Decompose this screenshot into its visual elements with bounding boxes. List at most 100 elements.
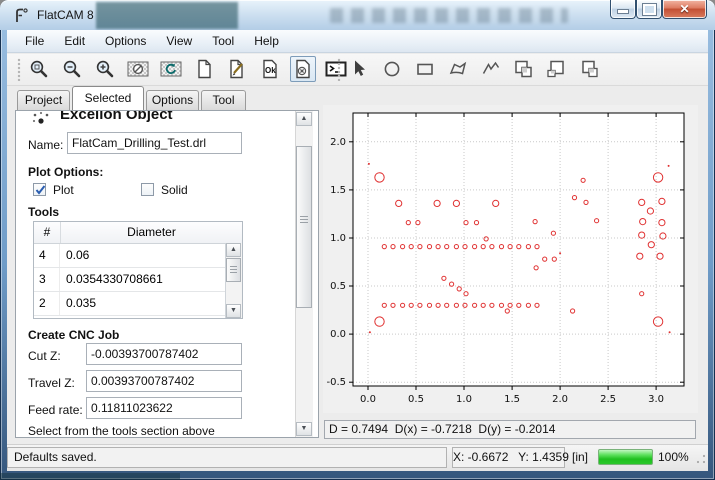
menu-options[interactable]: Options [95, 30, 156, 52]
menu-tool[interactable]: Tool [202, 30, 244, 52]
drill-point [368, 163, 370, 165]
name-input[interactable] [67, 132, 242, 154]
drill-point [669, 331, 671, 333]
svg-text:1.5: 1.5 [330, 185, 346, 196]
units-label: [in] [572, 447, 588, 468]
travelz-label: Travel Z: [28, 376, 75, 390]
menu-view[interactable]: View [156, 30, 202, 52]
geo-intersect-button[interactable] [577, 56, 603, 82]
toolbar: Ok [7, 54, 708, 86]
svg-text:0.0: 0.0 [330, 329, 346, 340]
maximize-button[interactable] [636, 0, 662, 19]
svg-text:1.5: 1.5 [504, 394, 520, 405]
new-file-button[interactable] [191, 56, 217, 82]
panel-heading: Excellon Object [60, 110, 173, 123]
clear-plot-button[interactable] [125, 56, 151, 82]
cancel-file-button[interactable] [290, 56, 316, 82]
tab-tool[interactable]: Tool [201, 90, 246, 110]
draw-polygon-button[interactable] [445, 56, 471, 82]
measurement-readout: D = 0.7494 D(x) = -0.7218 D(y) = -0.2014 [324, 420, 696, 439]
menu-file[interactable]: File [15, 30, 54, 52]
geo-union-button[interactable] [511, 56, 537, 82]
svg-text:0.0: 0.0 [360, 394, 376, 405]
menu-edit[interactable]: Edit [54, 30, 95, 52]
minimize-button[interactable] [610, 0, 636, 19]
svg-text:-0.5: -0.5 [326, 377, 346, 388]
replot-button[interactable] [158, 56, 184, 82]
scroll-up-button[interactable]: ▲ [226, 243, 241, 257]
rectangle-icon [414, 58, 436, 80]
tab-project[interactable]: Project [17, 90, 70, 110]
zoom-fit-button[interactable] [26, 56, 52, 82]
table-row[interactable]: 3 0.0354330708661 [34, 268, 242, 292]
toolbar-grip[interactable] [17, 58, 21, 81]
plot-canvas[interactable]: 0.00.51.01.52.02.53.0-0.50.00.51.01.52.0 [323, 105, 698, 413]
toolbar-grip[interactable] [337, 58, 341, 81]
table-row[interactable]: 4 0.06 [34, 244, 242, 268]
geo-subtract-button[interactable] [544, 56, 570, 82]
tools-table[interactable]: # Diameter 4 0.06 3 0.0354330708661 2 0.… [33, 221, 243, 319]
panel-scrollbar[interactable]: ▲ ▼ [295, 111, 313, 437]
title-bar[interactable]: FlatCAM 8 ✕ [0, 0, 715, 30]
magnifier-minus-icon [61, 58, 83, 80]
svg-text:3.0: 3.0 [648, 394, 664, 405]
resize-grip-icon[interactable] [695, 453, 707, 465]
tools-table-header: # Diameter [34, 222, 242, 244]
plot-checkbox[interactable] [33, 183, 46, 196]
svg-text:2.5: 2.5 [600, 394, 616, 405]
squares-union-icon [512, 58, 536, 80]
polyline-icon [480, 58, 502, 80]
progress-percent: 100% [658, 447, 689, 467]
tools-label: Tools [28, 205, 59, 219]
cell-tool-diameter: 0.0354330708661 [60, 268, 242, 291]
name-label: Name: [28, 138, 63, 152]
checkered-clear-icon [126, 58, 150, 80]
checkered-refresh-icon [159, 58, 183, 80]
draw-circle-button[interactable] [379, 56, 405, 82]
page-ok-icon: Ok [259, 58, 281, 80]
accept-file-button[interactable]: Ok [257, 56, 283, 82]
cutz-input[interactable] [86, 343, 242, 365]
excellon-object-icon [31, 111, 51, 125]
draw-rectangle-button[interactable] [412, 56, 438, 82]
toolbar-group-main: Ok [26, 56, 349, 82]
blank-page-icon [193, 58, 215, 80]
close-button[interactable]: ✕ [662, 0, 707, 19]
select-tool-button[interactable] [346, 56, 372, 82]
status-bar: Defaults saved. X: -0.6672 Y: 1.4359 [in… [7, 444, 708, 471]
edit-file-button[interactable] [224, 56, 250, 82]
background-window-ghost-text [330, 8, 568, 23]
table-row[interactable]: 2 0.035 [34, 292, 242, 316]
zoom-out-button[interactable] [59, 56, 85, 82]
pointer-icon [348, 58, 370, 80]
tab-selected[interactable]: Selected [72, 86, 144, 110]
scroll-down-button[interactable]: ▼ [226, 304, 241, 318]
close-icon: ✕ [679, 2, 689, 16]
flatcam-app-icon [13, 7, 30, 24]
selected-object-panel: Excellon Object Name: Plot Options: Plot… [15, 110, 319, 438]
svg-text:2.0: 2.0 [552, 394, 568, 405]
draw-polyline-button[interactable] [478, 56, 504, 82]
scroll-up-button[interactable]: ▲ [296, 112, 312, 126]
menu-help[interactable]: Help [244, 30, 289, 52]
drill-point [369, 331, 371, 333]
minimize-icon [617, 9, 629, 14]
scroll-down-button[interactable]: ▼ [296, 422, 312, 436]
window-title: FlatCAM 8 [37, 8, 94, 22]
table-scrollbar[interactable]: ▲ ▼ [225, 243, 242, 318]
cell-tool-num: 3 [34, 268, 60, 291]
zoom-in-button[interactable] [92, 56, 118, 82]
mouse-coordinates: X: -0.6672 Y: 1.4359 [452, 447, 565, 468]
tab-options[interactable]: Options [146, 90, 199, 110]
magnifier-fit-icon [28, 58, 50, 80]
travelz-input[interactable] [86, 370, 242, 392]
cell-tool-diameter: 0.035 [60, 292, 242, 315]
solid-checkbox[interactable] [141, 183, 154, 196]
svg-text:1.0: 1.0 [330, 233, 346, 244]
magnifier-plus-icon [94, 58, 116, 80]
scrollbar-thumb[interactable] [226, 258, 241, 282]
client-area: File Edit Options View Tool Help [7, 30, 708, 470]
feedrate-input[interactable] [86, 397, 242, 419]
scrollbar-thumb[interactable] [296, 146, 312, 308]
cutz-label: Cut Z: [28, 349, 61, 363]
